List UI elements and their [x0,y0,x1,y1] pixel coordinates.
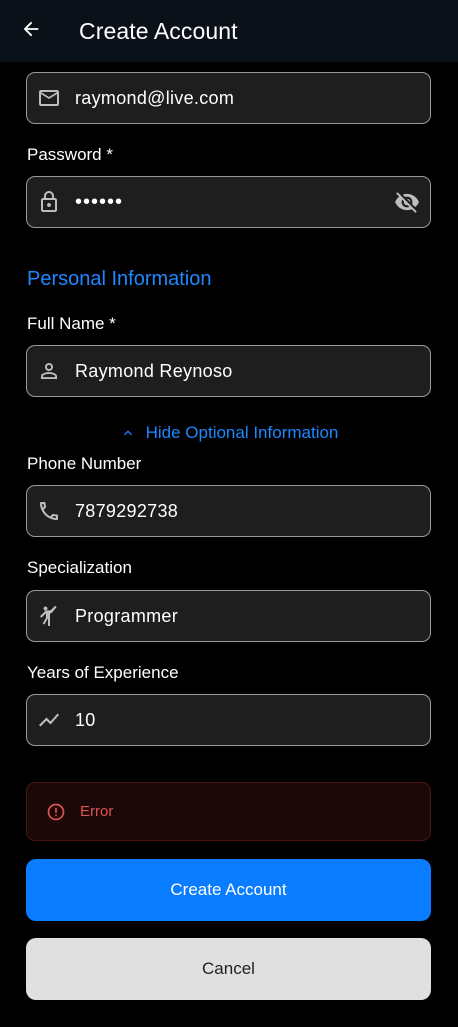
phone-field[interactable]: 7879292738 [26,485,431,537]
experience-value: 10 [75,709,96,730]
cancel-button[interactable]: Cancel [26,938,431,1000]
eye-off-icon[interactable] [394,189,420,215]
hide-optional-label: Hide Optional Information [145,423,339,442]
full-name-field[interactable]: Raymond Reynoso [26,345,431,397]
email-field[interactable]: raymond@live.com [26,72,431,124]
arrow-left-icon [20,18,42,45]
create-account-button[interactable]: Create Account [26,859,431,921]
hide-optional-toggle[interactable]: Hide Optional Information [0,420,458,446]
error-message: Error [26,782,431,841]
page-title: Create Account [79,17,238,44]
password-value: •••••• [75,190,124,213]
mail-icon [37,86,61,110]
phone-value: 7879292738 [75,500,179,521]
error-text: Error [80,803,114,820]
specialization-value: Programmer [75,605,179,626]
back-button[interactable] [11,11,51,51]
specialization-label: Specialization [27,558,132,577]
trending-icon [37,708,61,732]
password-field[interactable]: •••••• [26,176,431,228]
karate-icon [37,604,61,628]
full-name-value: Raymond Reynoso [75,360,233,381]
phone-icon [37,499,61,523]
person-icon [37,359,61,383]
error-circle-icon [46,802,66,822]
experience-field[interactable]: 10 [26,694,431,746]
app-bar: Create Account [0,0,458,62]
experience-label: Years of Experience [27,663,179,682]
phone-label: Phone Number [27,454,142,473]
password-label: Password * [27,145,113,164]
specialization-field[interactable]: Programmer [26,590,431,642]
personal-section-title: Personal Information [27,268,212,290]
email-value: raymond@live.com [75,87,235,108]
lock-icon [37,190,61,214]
full-name-label: Full Name * [27,314,116,333]
chevron-up-icon [120,425,136,441]
